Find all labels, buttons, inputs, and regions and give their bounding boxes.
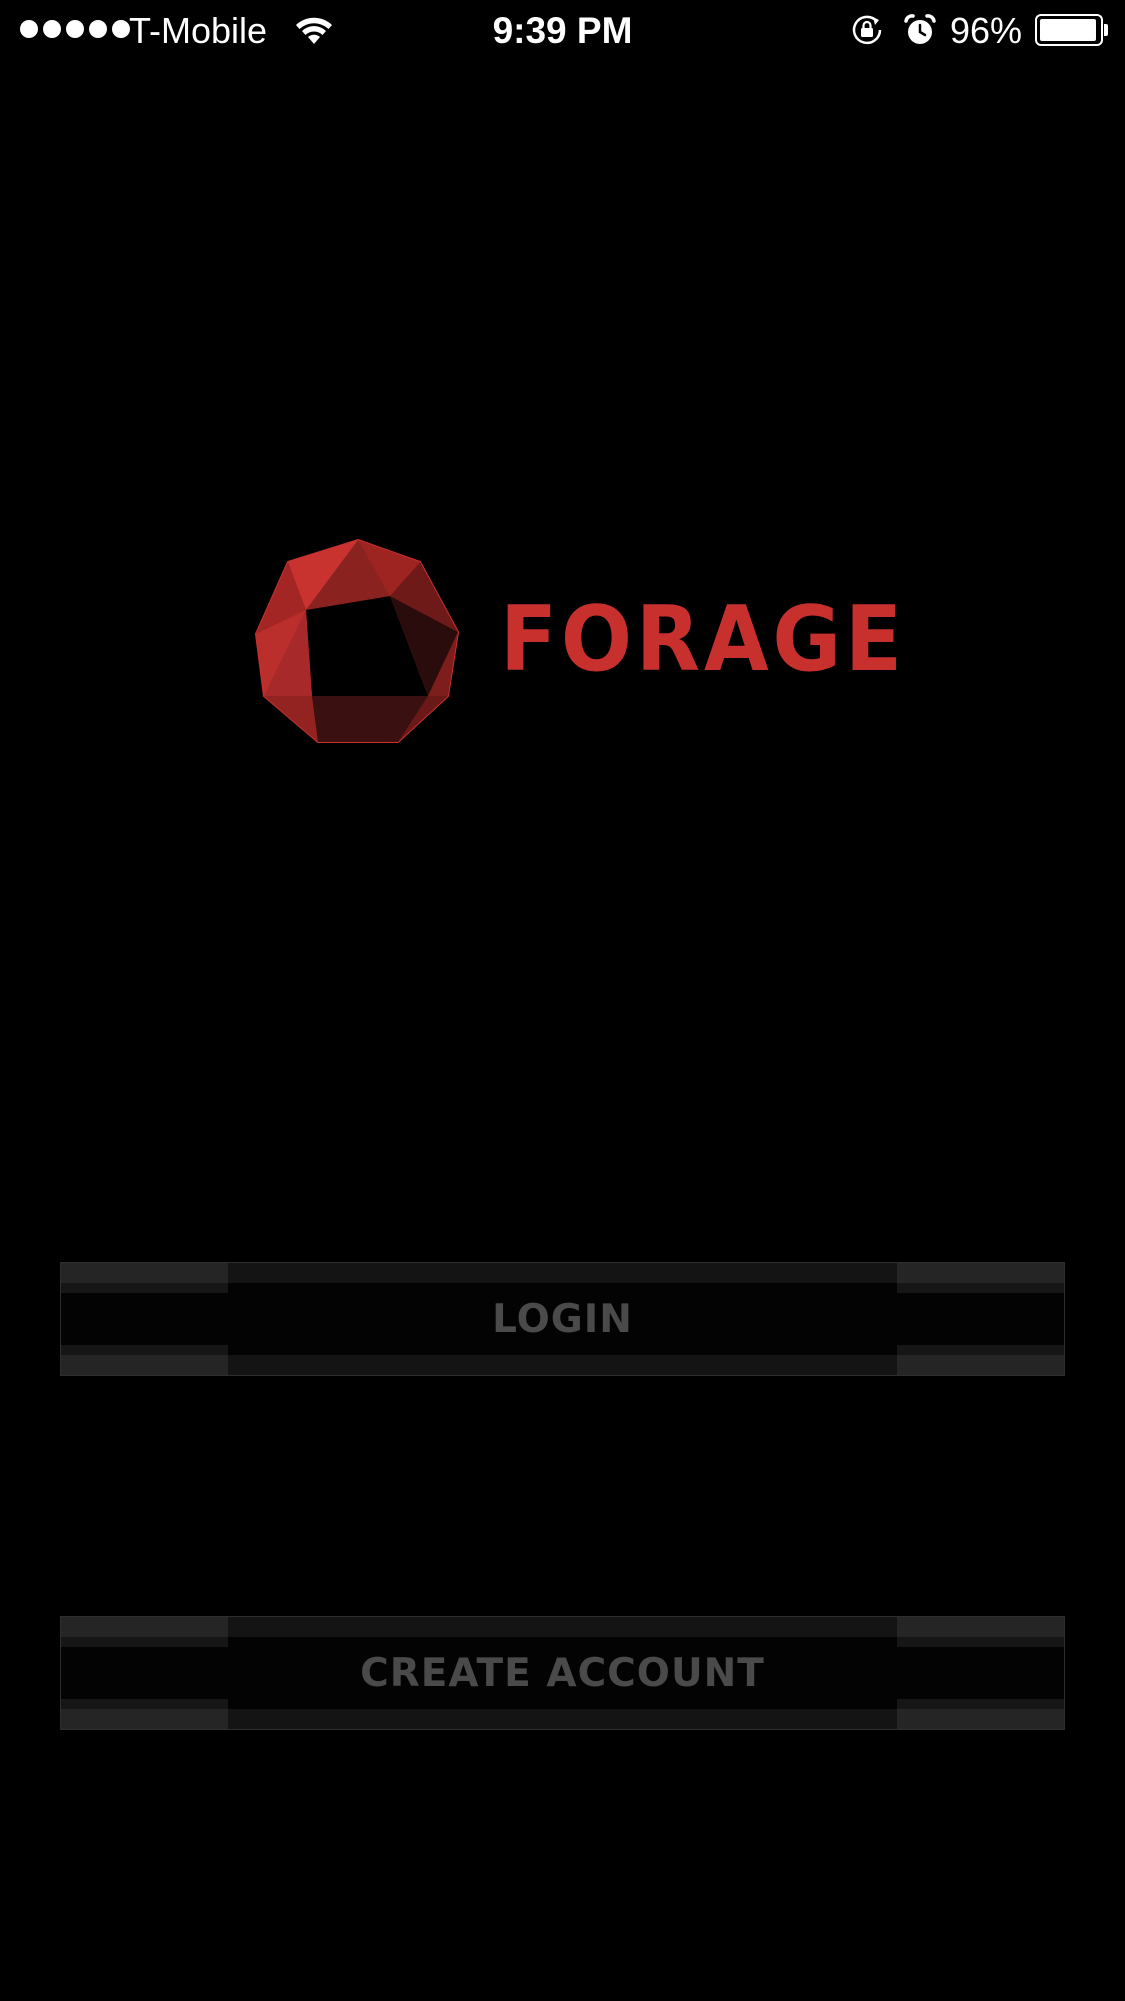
rotation-lock-icon: [852, 15, 882, 45]
status-bar: T-Mobile 9:39 PM 96%: [0, 0, 1125, 62]
battery-terminal: [1104, 24, 1108, 36]
battery-icon: [1035, 14, 1103, 46]
create-account-button[interactable]: CREATE ACCOUNT: [60, 1616, 1065, 1730]
forage-logo: FORAGE: [254, 538, 902, 746]
forage-wordmark: FORAGE: [500, 587, 906, 692]
alarm-icon: [904, 14, 936, 44]
battery-percent: 96%: [950, 10, 1023, 51]
create-account-button-label: CREATE ACCOUNT: [360, 1650, 765, 1696]
battery-fill: [1040, 19, 1096, 41]
login-button[interactable]: LOGIN: [60, 1262, 1065, 1376]
forage-polygon-logo-icon: [254, 538, 460, 743]
login-button-label: LOGIN: [492, 1296, 633, 1342]
